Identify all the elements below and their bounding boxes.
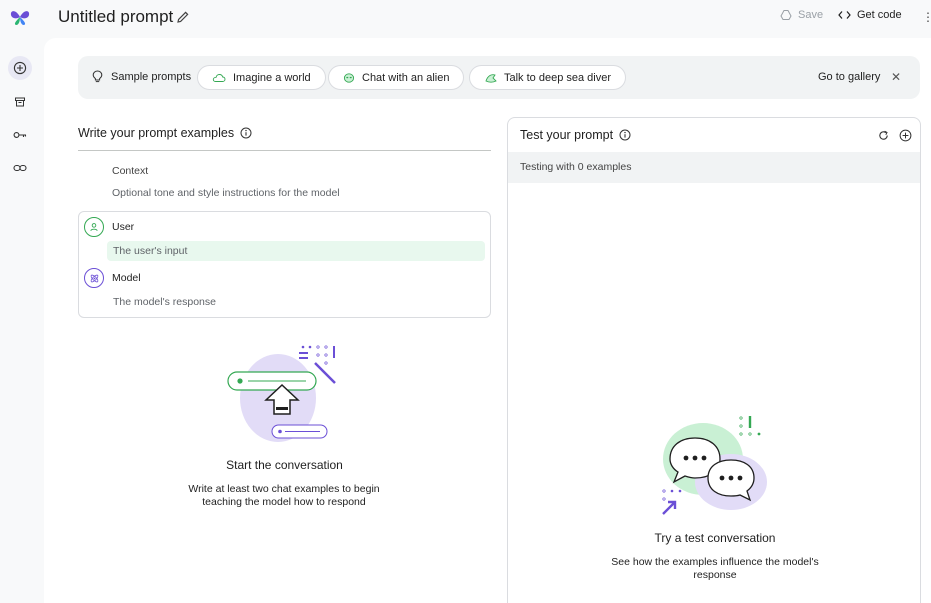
more-vert-icon[interactable]: ⋮ xyxy=(922,10,931,24)
code-icon xyxy=(838,11,851,19)
chip-label: Chat with an alien xyxy=(362,71,450,84)
test-heading: Test your prompt xyxy=(520,128,631,142)
link-icon xyxy=(13,164,27,172)
save-label: Save xyxy=(798,9,824,21)
divider xyxy=(78,150,491,151)
user-icon xyxy=(84,217,104,237)
alien-icon xyxy=(343,72,355,83)
app-root: Untitled prompt Save Get code ⋮ Sample p… xyxy=(0,0,931,603)
left-rail xyxy=(0,36,44,603)
main-panel: Sample prompts Imagine a world Chat with… xyxy=(44,38,931,603)
chip-chat-with-an-alien[interactable]: Chat with an alien xyxy=(328,65,465,90)
key-icon xyxy=(13,132,27,138)
context-label: Context xyxy=(112,165,149,177)
link-button[interactable] xyxy=(8,156,32,180)
api-key-button[interactable] xyxy=(8,123,32,147)
save-button[interactable]: Save xyxy=(780,9,823,21)
model-icon xyxy=(84,268,104,288)
model-label: Model xyxy=(112,272,141,284)
examples-heading: Write your prompt examples xyxy=(78,126,252,140)
add-circle-icon[interactable] xyxy=(899,129,912,142)
context-input[interactable]: Optional tone and style instructions for… xyxy=(112,187,340,199)
cloud-icon xyxy=(212,73,226,82)
get-code-button[interactable]: Get code xyxy=(838,9,902,21)
get-code-label: Get code xyxy=(857,9,902,21)
test-conversation-subtitle: See how the examples influence the model… xyxy=(611,556,819,581)
refresh-icon[interactable] xyxy=(878,130,889,141)
info-icon[interactable] xyxy=(619,129,631,141)
sample-prompts-bar: Sample prompts Imagine a world Chat with… xyxy=(78,56,920,99)
page-title[interactable]: Untitled prompt xyxy=(58,7,173,27)
library-button[interactable] xyxy=(8,90,32,114)
test-conversation-illustration xyxy=(662,416,767,515)
pencil-icon[interactable] xyxy=(176,10,190,24)
sample-prompts-label: Sample prompts xyxy=(92,70,191,83)
chip-label: Talk to deep sea diver xyxy=(504,71,612,84)
drive-icon xyxy=(780,10,792,20)
start-conversation-subtitle: Write at least two chat examples to begi… xyxy=(188,483,380,508)
chip-label: Imagine a world xyxy=(233,71,311,84)
test-conversation-title: Try a test conversation xyxy=(654,531,776,545)
top-bar: Untitled prompt Save Get code ⋮ xyxy=(0,0,931,36)
lightbulb-icon xyxy=(92,70,103,83)
start-conversation-title: Start the conversation xyxy=(226,458,343,472)
test-prompt-panel: Test your prompt Testing with 0 examples xyxy=(507,117,921,603)
examples-card: User The user's input Model The model's … xyxy=(78,211,491,318)
add-circle-icon xyxy=(13,61,27,75)
app-logo-icon[interactable] xyxy=(9,8,31,26)
chip-talk-to-deep-sea-diver[interactable]: Talk to deep sea diver xyxy=(469,65,627,90)
user-label: User xyxy=(112,221,135,233)
new-prompt-button[interactable] xyxy=(8,56,32,80)
fish-icon xyxy=(485,73,497,83)
user-input-field[interactable]: The user's input xyxy=(107,241,485,261)
close-icon[interactable]: ✕ xyxy=(891,70,901,84)
test-heading-text: Test your prompt xyxy=(520,128,614,142)
test-status-bar: Testing with 0 examples xyxy=(508,152,920,183)
chip-imagine-a-world[interactable]: Imagine a world xyxy=(197,65,326,90)
sample-prompts-text: Sample prompts xyxy=(111,70,192,83)
archive-icon xyxy=(15,97,25,107)
go-to-gallery-link[interactable]: Go to gallery xyxy=(818,71,880,83)
start-conversation-illustration xyxy=(227,345,336,442)
info-icon[interactable] xyxy=(240,127,252,139)
model-input-field[interactable]: The model's response xyxy=(113,296,216,308)
examples-heading-text: Write your prompt examples xyxy=(78,126,235,140)
